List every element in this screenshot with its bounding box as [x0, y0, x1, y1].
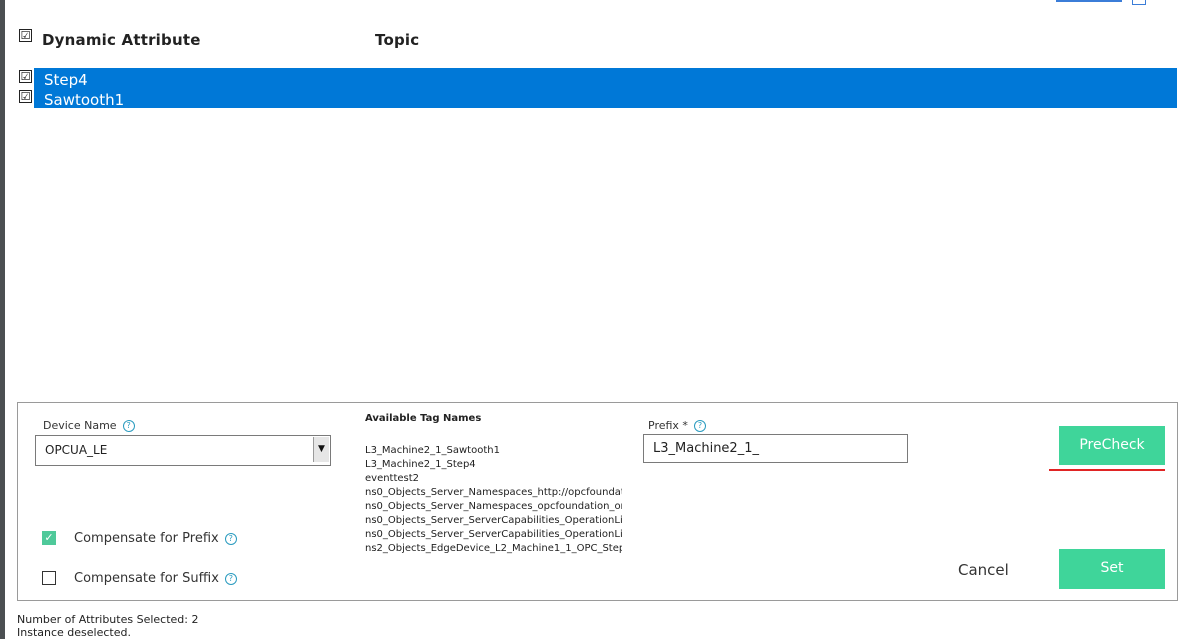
device-name-label-text: Device Name — [43, 419, 117, 432]
window-left-border — [0, 0, 5, 639]
list-item[interactable]: ns0_Objects_Server_ServerCapabilities_Op… — [365, 514, 622, 528]
row-checkbox-step4[interactable]: ☑ — [19, 70, 32, 83]
column-header-topic: Topic — [375, 31, 420, 49]
instance-status-message: Instance deselected. — [17, 626, 131, 639]
compensate-suffix-checkbox[interactable] — [42, 571, 56, 585]
chevron-down-icon[interactable]: ▼ — [313, 437, 329, 462]
compensate-prefix-label-text: Compensate for Prefix — [74, 531, 219, 546]
set-button[interactable]: Set — [1059, 549, 1165, 589]
table-row[interactable]: Step4 — [44, 71, 88, 89]
prefix-input[interactable] — [643, 434, 908, 463]
table-row[interactable]: Sawtooth1 — [44, 91, 124, 109]
annotation-underline — [1049, 469, 1165, 471]
compensate-prefix-checkbox[interactable]: ✓ — [42, 531, 56, 545]
list-item[interactable]: ns0_Objects_Server_ServerCapabilities_Op… — [365, 528, 622, 542]
help-icon[interactable]: ? — [122, 420, 135, 432]
edit-icon[interactable] — [1132, 0, 1146, 5]
list-item[interactable]: L3_Machine2_1_Sawtooth1 — [365, 444, 622, 458]
device-name-value: OPCUA_LE — [45, 443, 108, 457]
select-all-checkbox[interactable]: ☑ — [19, 29, 32, 42]
precheck-button[interactable]: PreCheck — [1059, 426, 1165, 465]
selected-rows-highlight — [34, 68, 1177, 108]
row-checkbox-sawtooth1[interactable]: ☑ — [19, 90, 32, 103]
device-name-select[interactable]: OPCUA_LE ▼ — [35, 435, 331, 466]
available-tag-names-list[interactable]: L3_Machine2_1_Sawtooth1 L3_Machine2_1_St… — [365, 444, 622, 556]
available-tag-names-title: Available Tag Names — [365, 413, 482, 424]
help-icon[interactable]: ? — [693, 420, 706, 432]
attributes-selected-status: Number of Attributes Selected: 2 — [17, 613, 199, 626]
list-item[interactable]: ns0_Objects_Server_Namespaces_opcfoundat… — [365, 500, 622, 514]
list-item[interactable]: ns2_Objects_EdgeDevice_L2_Machine1_1_OPC… — [365, 542, 622, 556]
list-item[interactable]: eventtest2 — [365, 472, 622, 486]
prefix-label: Prefix *? — [648, 419, 706, 432]
top-link-underline[interactable] — [1056, 0, 1122, 2]
compensate-suffix-label-text: Compensate for Suffix — [74, 571, 219, 586]
compensate-suffix-label: Compensate for Suffix? — [74, 571, 237, 586]
list-item[interactable]: L3_Machine2_1_Step4 — [365, 458, 622, 472]
compensate-prefix-label: Compensate for Prefix? — [74, 531, 237, 546]
mapping-panel: Device Name? OPCUA_LE ▼ Available Tag Na… — [17, 402, 1178, 601]
device-name-label: Device Name? — [43, 419, 135, 432]
list-item[interactable]: ns0_Objects_Server_Namespaces_http://opc… — [365, 486, 622, 500]
help-icon[interactable]: ? — [224, 572, 237, 585]
column-header-dynamic-attribute: Dynamic Attribute — [42, 31, 201, 49]
prefix-label-text: Prefix * — [648, 419, 688, 432]
help-icon[interactable]: ? — [224, 532, 237, 545]
cancel-button[interactable]: Cancel — [958, 561, 1009, 579]
